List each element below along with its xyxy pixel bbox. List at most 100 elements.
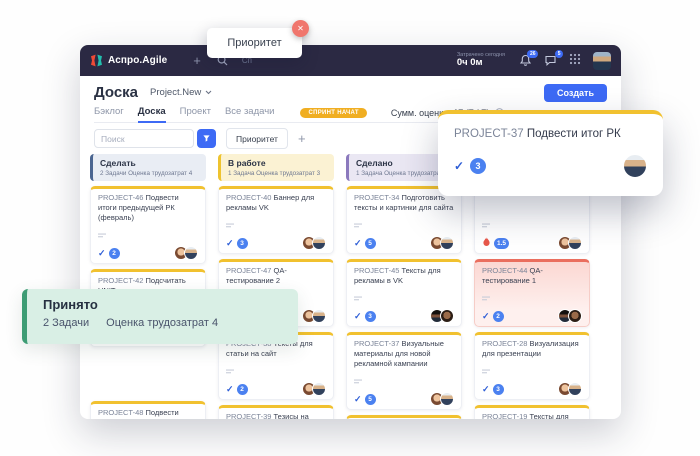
estimate-badge: 3	[493, 384, 504, 395]
add-icon[interactable]: +	[193, 54, 201, 67]
done-check-icon: ✓	[454, 160, 464, 172]
task-card[interactable]: PROJECT-19 Тексты для рекламы VK✓5	[474, 405, 590, 419]
task-code: PROJECT-40	[226, 193, 271, 202]
estimate-badge: 2	[237, 384, 248, 395]
estimate-group: ✓5	[354, 238, 376, 249]
top-navigation-bar: Аспро.Agile + Сп Затрачено сегодня 0ч 0м…	[80, 45, 621, 76]
assignee-avatars	[306, 236, 326, 250]
assignee-avatars	[434, 236, 454, 250]
task-title-text: Подвести итог РК	[527, 128, 621, 140]
estimate-badge: 5	[365, 238, 376, 249]
task-code: PROJECT-28	[482, 339, 527, 348]
task-card[interactable]: PROJECT-28 Визуализация для презентации✓…	[474, 332, 590, 400]
column-header: Сделать 2 Задачи Оценка трудозатрат 4	[90, 154, 206, 181]
task-card[interactable]: PROJECT-44 QA-тестирование 1 ✓2	[474, 259, 590, 327]
app-name: Аспро.Agile	[108, 55, 167, 66]
estimate-badge: 1.5	[494, 238, 509, 249]
estimate-group: ✓3	[482, 384, 504, 395]
messages-count-badge: 5	[555, 50, 563, 58]
task-code: PROJECT-44	[482, 266, 527, 275]
estimate-badge: 2	[493, 311, 504, 322]
column-header: В работе1 Задача Оценка трудозатрат 3	[218, 154, 334, 181]
time-tracker: Затрачено сегодня 0ч 0м	[457, 52, 505, 68]
priority-tooltip-label: Приоритет	[227, 37, 281, 49]
task-code: PROJECT-47	[226, 266, 271, 275]
task-title: PROJECT-47 QA-тестирование 2	[226, 266, 326, 286]
priority-tooltip: Приоритет ✕	[207, 28, 302, 58]
accepted-task-count: 2 Задачи	[43, 317, 89, 329]
task-title: PROJECT-45 Тексты для рекламы в VK	[354, 266, 454, 286]
assignee-avatars	[306, 382, 326, 396]
assignee-avatars	[562, 236, 582, 250]
task-card[interactable]: PROJECT-48 Подвести итоги РК✓2	[90, 401, 206, 419]
accepted-column-callout: Принято 2 Задачи Оценка трудозатрат 4	[22, 289, 298, 344]
task-code: PROJECT-48	[98, 408, 143, 417]
task-card[interactable]: PROJECT-45 Тексты для рекламы в VK ✓3	[346, 259, 462, 327]
task-title: PROJECT-46 Подвести итоги предыдущей РК …	[98, 193, 198, 223]
user-avatar[interactable]	[593, 52, 611, 70]
close-icon[interactable]: ✕	[292, 20, 309, 37]
create-button[interactable]: Создать	[544, 84, 607, 102]
estimate-group: 1.5	[482, 234, 509, 252]
task-title: PROJECT-37 Подвести итог РК	[454, 128, 647, 140]
avatar	[312, 236, 326, 250]
task-title: PROJECT-39 Тезисы на основе теории	[226, 412, 326, 419]
add-filter-button[interactable]: +	[298, 129, 306, 148]
assignee-avatars	[434, 309, 454, 323]
task-card-footer: ✓5	[354, 237, 454, 249]
task-card[interactable]: PROJECT-34 Подготовить тексты и картинки…	[346, 186, 462, 254]
task-card[interactable]: PROJECT-39 Тезисы на основе теории✓3	[218, 405, 334, 419]
accepted-stats: 2 Задачи Оценка трудозатрат 4	[43, 317, 282, 329]
task-title: PROJECT-40 Баннер для рекламы VK	[226, 193, 326, 213]
task-card[interactable]: PROJECT-37 Визуальные материалы для ново…	[346, 332, 462, 410]
filter-chip-priority[interactable]: Приоритет	[226, 128, 288, 149]
task-card[interactable]: PROJECT-23 Итоги РК✓5	[346, 415, 462, 419]
task-card-footer: ✓3	[226, 237, 326, 249]
task-card[interactable]: PROJECT-40 Баннер для рекламы VK ✓3	[218, 186, 334, 254]
task-card[interactable]: 1.5	[474, 186, 590, 254]
done-check-icon: ✓	[482, 312, 490, 321]
description-icon	[354, 216, 454, 234]
task-code: PROJECT-19	[482, 412, 527, 419]
board-title-row: Доска Project.New Создать	[94, 82, 607, 103]
description-icon	[482, 362, 582, 380]
urgent-icon	[482, 234, 491, 252]
estimate-group: ✓2	[98, 248, 120, 259]
description-icon	[482, 216, 582, 234]
task-card-callout[interactable]: PROJECT-37 Подвести итог РК ✓ 3	[438, 110, 663, 196]
app-logo-icon	[90, 54, 103, 67]
filter-button[interactable]	[197, 129, 216, 148]
app-window: Аспро.Agile + Сп Затрачено сегодня 0ч 0м…	[80, 45, 621, 419]
task-card[interactable]: PROJECT-46 Подвести итоги предыдущей РК …	[90, 186, 206, 264]
column-stats: 2 Задачи Оценка трудозатрат 4	[100, 170, 199, 177]
search-input[interactable]	[94, 129, 194, 148]
tab-Бэклог[interactable]: Бэклог	[94, 106, 124, 122]
task-code: PROJECT-37	[354, 339, 399, 348]
column-name: Сделать	[100, 158, 199, 168]
avatar	[440, 236, 454, 250]
estimate-badge: 2	[109, 248, 120, 259]
apps-grid-button[interactable]	[569, 52, 581, 70]
column-stats: 1 Задача Оценка трудозатрат 3	[228, 170, 327, 177]
task-card-footer: ✓5	[354, 393, 454, 405]
task-title: PROJECT-48 Подвести итоги РК	[98, 408, 198, 419]
tab-Проект[interactable]: Проект	[180, 106, 211, 122]
assignee-avatars	[434, 392, 454, 406]
project-selector[interactable]: Project.New	[150, 87, 212, 98]
task-title: PROJECT-44 QA-тестирование 1	[482, 266, 582, 286]
task-card-footer: ✓3	[354, 310, 454, 322]
estimate-badge: 5	[365, 394, 376, 405]
avatar	[184, 246, 198, 260]
notifications-button[interactable]: 26	[519, 54, 532, 67]
estimate-group: ✓ 3	[454, 158, 486, 174]
estimate-badge: 3	[470, 158, 486, 174]
hidden-card-placeholder	[90, 352, 206, 396]
done-check-icon: ✓	[354, 395, 362, 404]
tab-Все задачи[interactable]: Все задачи	[225, 106, 275, 122]
tab-Доска[interactable]: Доска	[138, 106, 166, 123]
avatar	[568, 309, 582, 323]
estimate-group: ✓5	[354, 394, 376, 405]
board-column-progress: В работе1 Задача Оценка трудозатрат 3 PRO…	[218, 154, 334, 419]
messages-button[interactable]: 5	[544, 54, 557, 67]
estimate-group: ✓3	[226, 238, 248, 249]
